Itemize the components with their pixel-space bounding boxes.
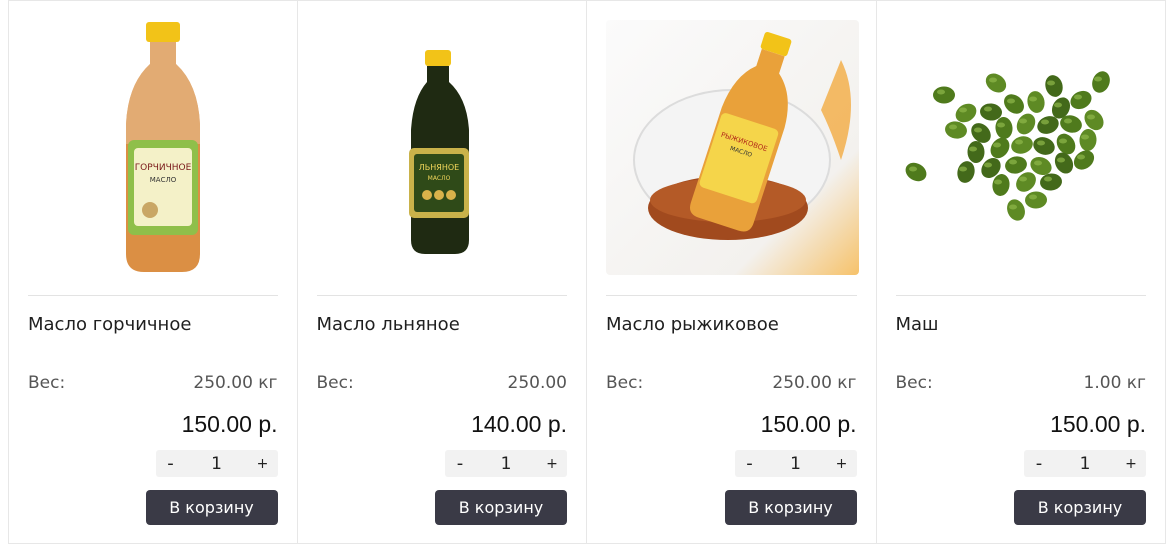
weight-label: Вес: [316, 373, 354, 393]
increase-button[interactable]: + [537, 456, 567, 472]
quantity-input[interactable]: 1 [1054, 454, 1116, 474]
quantity-stepper: - 1 + [445, 450, 567, 477]
product-title[interactable]: Масло рыжиковое [606, 314, 779, 335]
camelina-oil-bottle-image[interactable]: РЫЖИКОВОЕ МАСЛО [606, 20, 859, 275]
product-title[interactable]: Масло льняное [317, 314, 460, 335]
quantity-stepper: - 1 + [1024, 450, 1146, 477]
product-title[interactable]: Маш [896, 314, 939, 335]
product-price: 150.00 р. [181, 411, 278, 437]
mung-beans-image[interactable] [895, 20, 1149, 275]
increase-button[interactable]: + [248, 456, 278, 472]
add-to-cart-button[interactable]: В корзину [724, 490, 857, 525]
svg-text:МАСЛО: МАСЛО [427, 175, 450, 182]
quantity-input[interactable]: 1 [765, 454, 827, 474]
quantity-input[interactable]: 1 [186, 454, 248, 474]
product-price: 150.00 р. [760, 411, 857, 437]
quantity-input[interactable]: 1 [475, 454, 537, 474]
svg-text:ЛЬНЯНОЕ: ЛЬНЯНОЕ [418, 163, 458, 172]
weight-value: 250.00 кг [772, 373, 857, 393]
decrease-button[interactable]: - [445, 453, 475, 474]
weight-label: Вес: [606, 373, 644, 393]
weight-label: Вес: [895, 373, 933, 393]
weight-row: Вес: 250.00 кг [606, 373, 857, 393]
quantity-stepper: - 1 + [734, 450, 857, 477]
decrease-button[interactable]: - [735, 453, 765, 474]
divider [316, 295, 567, 296]
product-price: 150.00 р. [1050, 411, 1146, 437]
weight-value: 250.00 кг [193, 373, 278, 393]
increase-button[interactable]: + [827, 456, 857, 472]
add-to-cart-button[interactable]: В корзину [435, 490, 567, 525]
svg-text:ГОРЧИЧНОЕ: ГОРЧИЧНОЕ [135, 163, 192, 173]
decrease-button[interactable]: - [1024, 453, 1054, 474]
weight-label: Вес: [28, 373, 66, 393]
product-title[interactable]: Масло горчичное [28, 314, 191, 335]
decrease-button[interactable]: - [156, 453, 186, 474]
weight-row: Вес: 250.00 [317, 373, 568, 393]
product-grid: ГОРЧИЧНОЕ МАСЛО Масло горчичное Вес: 250… [8, 0, 1166, 544]
divider [606, 295, 857, 296]
product-card: РЫЖИКОВОЕ МАСЛО Масло рыжиковое Вес: 250… [587, 1, 877, 543]
quantity-stepper: - 1 + [155, 450, 278, 477]
product-price: 140.00 р. [471, 411, 567, 437]
linseed-oil-bottle-image[interactable]: ЛЬНЯНОЕ МАСЛО [316, 20, 570, 275]
product-card: Маш Вес: 1.00 кг 150.00 р. - 1 + В корзи… [877, 1, 1166, 543]
svg-text:МАСЛО: МАСЛО [150, 176, 177, 184]
weight-value: 1.00 кг [1083, 373, 1146, 393]
divider [895, 295, 1146, 296]
add-to-cart-button[interactable]: В корзину [1014, 490, 1146, 525]
weight-value: 250.00 [507, 373, 567, 393]
product-card: ЛЬНЯНОЕ МАСЛО Масло льняное Вес: 250.00 … [298, 1, 587, 543]
mustard-oil-bottle-image[interactable]: ГОРЧИЧНОЕ МАСЛО [28, 20, 281, 275]
weight-row: Вес: 250.00 кг [28, 373, 278, 393]
add-to-cart-button[interactable]: В корзину [145, 490, 278, 525]
divider [28, 295, 278, 296]
weight-row: Вес: 1.00 кг [896, 373, 1147, 393]
increase-button[interactable]: + [1116, 456, 1146, 472]
product-card: ГОРЧИЧНОЕ МАСЛО Масло горчичное Вес: 250… [8, 1, 298, 543]
